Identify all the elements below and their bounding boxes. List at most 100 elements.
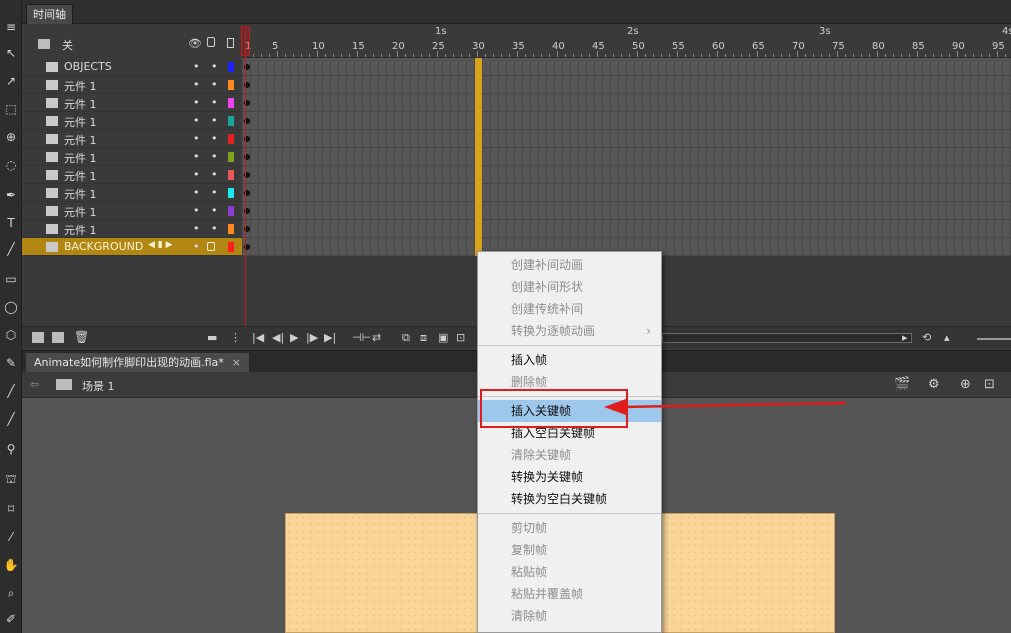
menu-item[interactable]: 转换为空白关键帧 xyxy=(478,488,661,510)
free-transform-tool-icon[interactable]: ⬚ xyxy=(2,100,20,118)
new-folder-icon[interactable] xyxy=(52,332,64,343)
layer-row[interactable]: OBJECTS • • xyxy=(22,58,242,76)
layer-row[interactable]: 元件 1 • • xyxy=(22,112,242,130)
lock-icon[interactable] xyxy=(207,37,215,47)
layer-name[interactable]: 元件 1 xyxy=(64,150,97,166)
layer-lock-dot[interactable]: • xyxy=(211,222,218,235)
menu-item[interactable]: 清除关键帧 xyxy=(478,444,661,466)
hand-tool-icon[interactable]: ✋ xyxy=(2,556,20,574)
eraser-tool-icon[interactable]: ⁄ xyxy=(2,528,20,546)
timeline-zoom-slider[interactable] xyxy=(977,338,1011,340)
layer-visibility-dot[interactable]: • xyxy=(193,222,200,235)
oval-tool-icon[interactable]: ◯ xyxy=(2,298,20,316)
menu-item[interactable]: 创建传统补间 xyxy=(478,298,661,320)
layer-visibility-dot[interactable]: • xyxy=(193,78,200,91)
sync-icon[interactable]: ⟲ xyxy=(922,331,931,344)
layer-name[interactable]: OBJECTS xyxy=(64,60,112,73)
timeline-ruler[interactable]: 1 5 10 15 20 25 30 35 40 45 50 55 60 65 70 75 80 85 90 95 1s… xyxy=(242,24,1011,58)
layer-color-swatch[interactable] xyxy=(228,242,234,252)
step-forward-icon[interactable]: |▶ xyxy=(306,331,318,344)
eye-icon[interactable]: 👁 xyxy=(188,37,202,50)
frame-row[interactable] xyxy=(242,94,1011,112)
back-arrow-icon[interactable]: ⇦ xyxy=(30,378,39,391)
layer-lock-dot[interactable]: • xyxy=(211,96,218,109)
pen-tool-icon[interactable]: ✒ xyxy=(2,186,20,204)
layer-lock-dot[interactable]: • xyxy=(211,114,218,127)
menu-item[interactable]: 复制帧 xyxy=(478,539,661,561)
layer-color-swatch[interactable] xyxy=(228,134,234,144)
modify-markers-icon[interactable]: ⊡ xyxy=(456,331,465,344)
subselection-tool-icon[interactable]: ↗ xyxy=(2,72,20,90)
layer-visibility-dot[interactable]: • xyxy=(193,60,200,73)
step-back-icon[interactable]: ◀| xyxy=(272,331,284,344)
layer-name[interactable]: BACKGROUND xyxy=(64,240,143,253)
eyedropper-tool-icon[interactable]: ⌑ xyxy=(2,500,20,518)
layer-row[interactable]: BACKGROUND ◀ ▮ ▶ • xyxy=(22,238,242,256)
paint-bucket-tool-icon[interactable]: ⛫ xyxy=(2,470,20,488)
layer-color-swatch[interactable] xyxy=(228,224,234,234)
delete-layer-icon[interactable]: 🗑 xyxy=(74,330,89,344)
center-frame-icon[interactable]: ⊣⊢ xyxy=(352,331,371,344)
tab-timeline[interactable]: 时间轴 xyxy=(26,4,73,24)
frame-row[interactable] xyxy=(242,148,1011,166)
menu-item[interactable]: 转换为逐帧动画 › xyxy=(478,320,661,342)
layer-name[interactable]: 元件 1 xyxy=(64,78,97,94)
layer-lock-dot[interactable]: • xyxy=(211,60,218,73)
text-tool-icon[interactable]: T xyxy=(2,214,20,232)
zoom-tool-icon[interactable]: ⌕ xyxy=(2,584,20,602)
menu-item[interactable]: 粘贴并覆盖帧 xyxy=(478,583,661,605)
layer-color-swatch[interactable] xyxy=(228,62,234,72)
playhead[interactable] xyxy=(241,26,250,56)
layer-visibility-dot[interactable]: • xyxy=(193,240,200,253)
layer-lock-dot[interactable]: • xyxy=(211,132,218,145)
frame-30-column-marker[interactable] xyxy=(475,58,482,256)
frame-row[interactable] xyxy=(242,112,1011,130)
layer-visibility-dot[interactable]: • xyxy=(193,186,200,199)
frame-row[interactable] xyxy=(242,184,1011,202)
collapse-icon[interactable]: ▴ xyxy=(944,331,950,344)
layer-row[interactable]: 元件 1 • • xyxy=(22,94,242,112)
menu-item[interactable]: 粘贴帧 xyxy=(478,561,661,583)
edit-symbols-icon[interactable]: ⚙ xyxy=(928,377,940,392)
layer-name[interactable]: 元件 1 xyxy=(64,222,97,238)
layer-lock-dot[interactable]: • xyxy=(211,168,218,181)
lasso-tool-icon[interactable]: ◌ xyxy=(2,156,20,174)
menu-item[interactable]: 转换为关键帧 xyxy=(478,466,661,488)
menu-item[interactable]: 插入帧 xyxy=(478,349,661,371)
frame-row[interactable] xyxy=(242,166,1011,184)
layer-row[interactable]: 元件 1 • • xyxy=(22,202,242,220)
camera-icon[interactable]: ▬ xyxy=(207,331,217,344)
menu-item[interactable]: 创建补间形状 xyxy=(478,276,661,298)
close-tab-icon[interactable]: × xyxy=(232,356,241,369)
layer-row[interactable]: 元件 1 • • xyxy=(22,148,242,166)
menu-item[interactable]: 清除帧 xyxy=(478,605,661,627)
frame-row[interactable] xyxy=(242,58,1011,76)
layer-menu-icon[interactable] xyxy=(38,39,50,49)
menu-item[interactable]: 剪切帧 xyxy=(478,517,661,539)
rectangle-tool-icon[interactable]: ▭ xyxy=(2,270,20,288)
layer-color-swatch[interactable] xyxy=(228,206,234,216)
new-layer-icon[interactable] xyxy=(32,332,44,343)
selection-tool-icon[interactable]: ↖ xyxy=(2,44,20,62)
brush-tool-icon[interactable]: ╱ xyxy=(2,382,20,400)
layer-row[interactable]: 元件 1 • • xyxy=(22,130,242,148)
layer-lock-icon[interactable] xyxy=(207,242,215,251)
layer-visibility-dot[interactable]: • xyxy=(193,114,200,127)
layer-color-swatch[interactable] xyxy=(228,152,234,162)
go-to-first-frame-icon[interactable]: |◀ xyxy=(252,331,264,344)
layer-color-swatch[interactable] xyxy=(228,98,234,108)
layer-color-swatch[interactable] xyxy=(228,188,234,198)
layer-visibility-dot[interactable]: • xyxy=(193,150,200,163)
go-to-last-frame-icon[interactable]: ▶| xyxy=(324,331,336,344)
layer-name[interactable]: 元件 1 xyxy=(64,168,97,184)
tools-menu-icon[interactable]: ≡ xyxy=(2,18,20,36)
layer-color-swatch[interactable] xyxy=(228,80,234,90)
layer-color-swatch[interactable] xyxy=(228,116,234,126)
layer-visibility-dot[interactable]: • xyxy=(193,168,200,181)
outline-icon[interactable] xyxy=(227,38,234,48)
edit-scene-icon[interactable]: 🎬 xyxy=(894,377,910,392)
layer-name[interactable]: 元件 1 xyxy=(64,132,97,148)
scroll-right-icon[interactable]: ▸ xyxy=(902,331,908,344)
play-icon[interactable]: ▶ xyxy=(290,331,298,344)
menu-item[interactable]: 创建补间动画 xyxy=(478,254,661,276)
